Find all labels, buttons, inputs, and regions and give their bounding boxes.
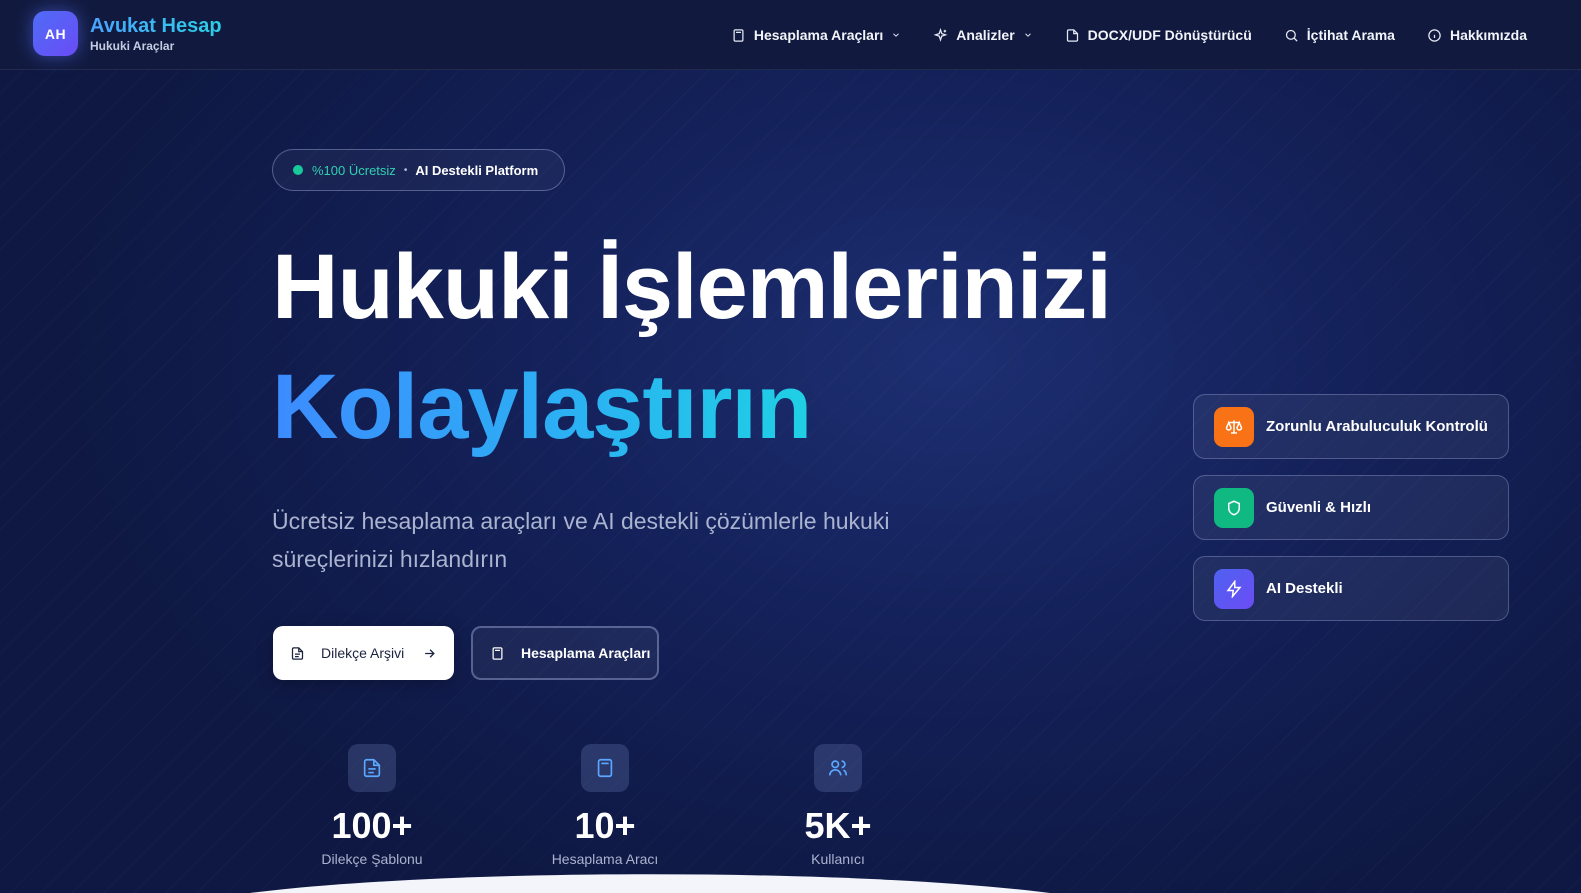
document-icon (363, 758, 381, 778)
status-dot (293, 165, 303, 175)
brand-logo-link[interactable]: AH Avukat Hesap Hukuki Araçlar (33, 11, 222, 56)
logo-badge: AH (33, 11, 78, 56)
stat-label: Dilekçe Şablonu (321, 851, 423, 867)
main-nav: Hesaplama Araçları Analizler DOCX/UDF Dö… (731, 0, 1527, 70)
card-icon-box (1214, 487, 1254, 528)
chevron-down-icon (893, 33, 900, 37)
calculator-icon (733, 28, 744, 42)
badge-free-text: %100 Ücretsiz (312, 162, 396, 178)
lightning-icon (1226, 579, 1242, 598)
card-label: AI Destekli (1266, 580, 1343, 597)
hero-headline-line2: Kolaylaştırın (272, 352, 812, 462)
nav-hesaplama-araclari[interactable]: Hesaplama Araçları (731, 27, 901, 43)
feature-card-ai[interactable]: AI Destekli (1193, 556, 1509, 621)
hero-headline-line1: Hukuki İşlemlerinizi (272, 236, 1112, 338)
card-icon-box (1214, 406, 1254, 447)
brand-subtitle: Hukuki Araçlar (90, 39, 175, 53)
file-icon (1066, 28, 1078, 42)
nav-ictihat-arama[interactable]: İçtihat Arama (1284, 27, 1395, 43)
section-divider-wave (250, 874, 1050, 893)
top-navbar: AH Avukat Hesap Hukuki Araçlar Hesaplama… (0, 0, 1581, 70)
nav-label: DOCX/UDF Dönüştürücü (1087, 27, 1252, 43)
card-label: Zorunlu Arabuluculuk Kontrolü (1266, 418, 1488, 435)
stat-hesaplama: 10+ Hesaplama Aracı (535, 744, 675, 867)
search-icon (1285, 29, 1298, 42)
shield-icon (1228, 499, 1240, 516)
stat-dilekce: 100+ Dilekçe Şablonu (302, 744, 442, 867)
card-label: Güvenli & Hızlı (1266, 499, 1372, 516)
nav-label: Analizler (956, 27, 1015, 43)
hero-lead-text: Ücretsiz hesaplama araçları ve AI destek… (272, 508, 890, 572)
hero-badge: %100 Ücretsiz • AI Destekli Platform (272, 149, 565, 191)
chevron-down-icon (1024, 33, 1031, 37)
stat-kullanici: 5K+ Kullanıcı (768, 744, 908, 867)
card-icon-box (1214, 568, 1254, 609)
nav-label: Hesaplama Araçları (753, 27, 884, 43)
document-icon (291, 646, 304, 660)
brand-title: Avukat Hesap (90, 15, 222, 37)
feature-card-guvenli[interactable]: Güvenli & Hızlı (1193, 475, 1509, 540)
arrow-right-icon (425, 648, 436, 658)
stat-icon-box (814, 744, 862, 792)
stat-icon-box (348, 744, 396, 792)
nav-docx-udf[interactable]: DOCX/UDF Dönüştürücü (1065, 27, 1252, 43)
hesaplama-araclari-button[interactable]: Hesaplama Araçları (471, 626, 659, 680)
nav-hakkimizda[interactable]: Hakkımızda (1427, 27, 1527, 43)
nav-label: Hakkımızda (1449, 27, 1527, 43)
info-icon (1428, 28, 1441, 42)
stat-label: Kullanıcı (811, 851, 865, 867)
scale-icon (1225, 419, 1243, 434)
button-label: Dilekçe Arşivi (321, 645, 405, 661)
brand-text: Avukat Hesap Hukuki Araçlar (90, 14, 222, 53)
stat-label: Hesaplama Aracı (551, 851, 659, 867)
calculator-icon (492, 646, 503, 660)
users-icon (828, 760, 848, 776)
nav-label: İçtihat Arama (1306, 27, 1395, 43)
dilekce-arsivi-button[interactable]: Dilekçe Arşivi (273, 626, 454, 680)
stat-icon-box (581, 744, 629, 792)
badge-separator: • (403, 164, 408, 176)
sparkles-icon (933, 27, 948, 42)
nav-analizler[interactable]: Analizler (933, 27, 1032, 43)
feature-card-arabuluculuk[interactable]: Zorunlu Arabuluculuk Kontrolü (1193, 394, 1509, 459)
button-label: Hesaplama Araçları (521, 645, 651, 661)
badge-ai-text: AI Destekli Platform (415, 162, 539, 178)
calculator-icon (597, 758, 613, 778)
stat-value: 5K+ (804, 805, 872, 846)
stat-value: 100+ (331, 805, 413, 846)
stat-value: 10+ (574, 805, 636, 846)
